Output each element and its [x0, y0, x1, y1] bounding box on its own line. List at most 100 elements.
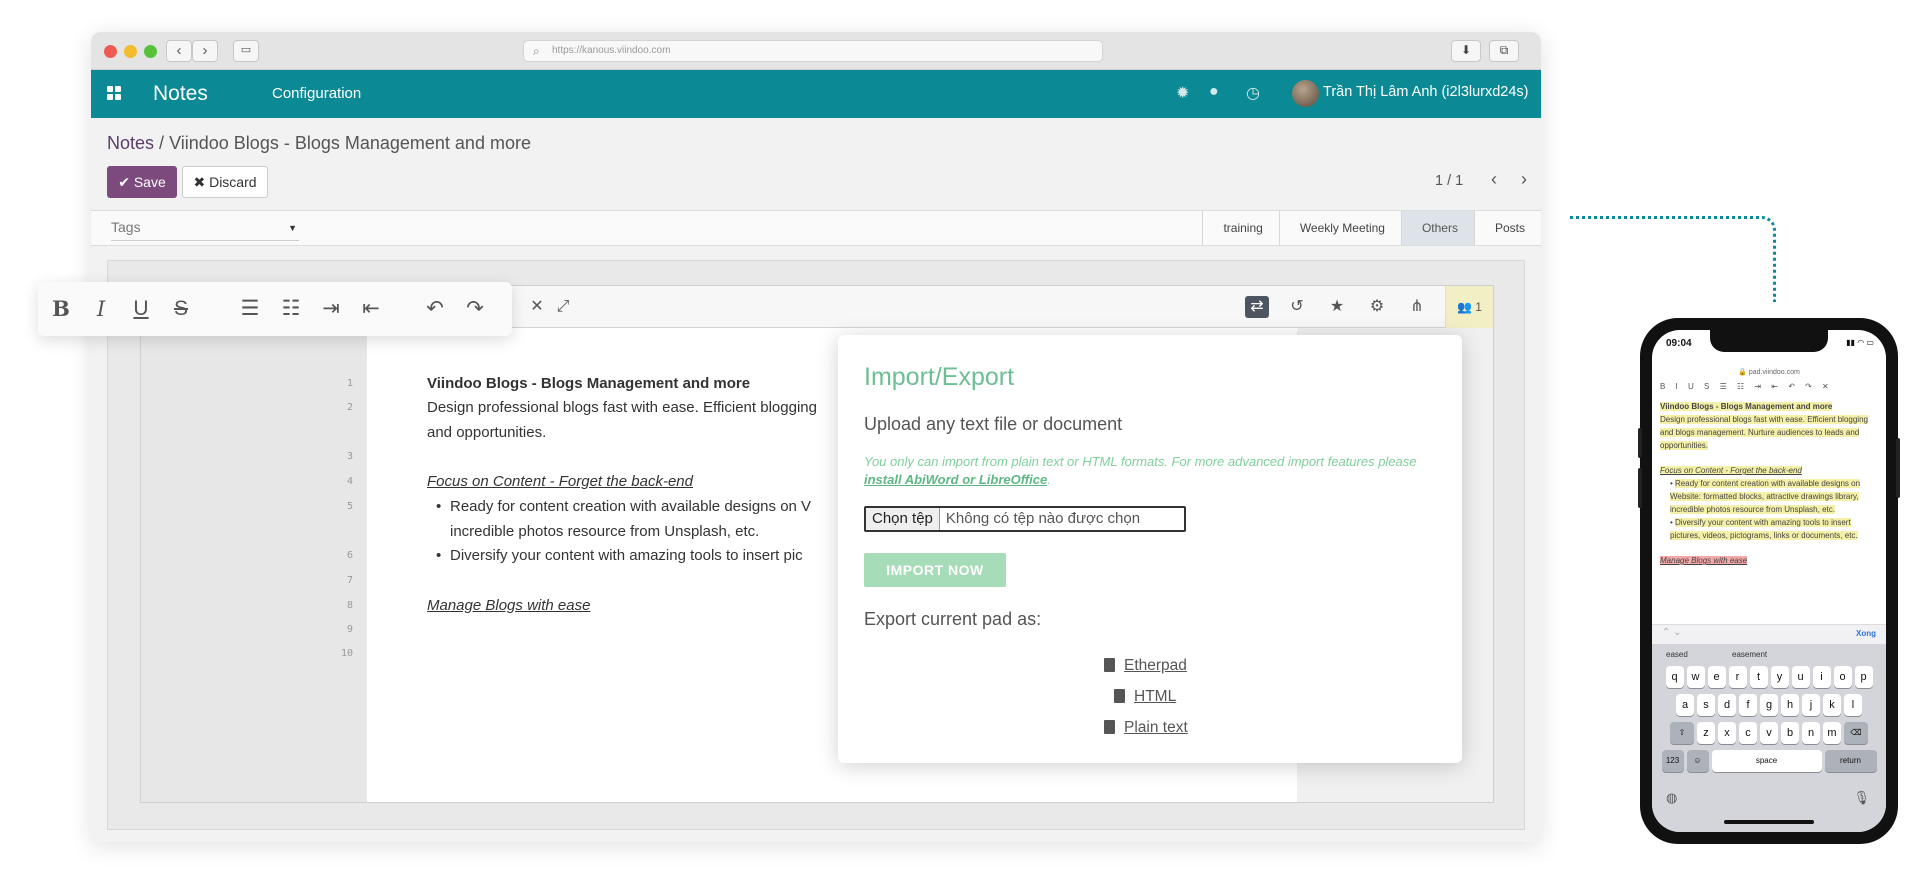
- star-icon[interactable]: ★: [1325, 296, 1349, 318]
- discard-label: Discard: [209, 174, 257, 190]
- fullscreen-icon[interactable]: ⤢: [551, 296, 575, 318]
- italic-icon[interactable]: I: [88, 296, 114, 322]
- install-abiword-link[interactable]: install AbiWord or LibreOffice: [864, 472, 1047, 487]
- key[interactable]: c: [1739, 722, 1757, 744]
- choose-file-button[interactable]: Chọn tệp: [866, 508, 940, 530]
- underline-icon[interactable]: U: [128, 296, 154, 322]
- suggestion[interactable]: eased: [1666, 650, 1688, 659]
- backspace-key-icon[interactable]: ⌫: [1844, 722, 1868, 744]
- phone-url: 🔒 pad.viindoo.com: [1652, 368, 1886, 376]
- key[interactable]: i: [1812, 666, 1831, 688]
- apps-menu-icon[interactable]: [107, 86, 121, 100]
- key[interactable]: x: [1718, 722, 1736, 744]
- chat-icon[interactable]: ●: [1209, 83, 1219, 101]
- tags-field[interactable]: Tags ▼: [111, 219, 299, 241]
- key[interactable]: k: [1823, 694, 1841, 716]
- sidebar-toggle-icon[interactable]: ▭: [233, 40, 259, 62]
- undo-icon[interactable]: ↶: [422, 296, 448, 322]
- history-icon[interactable]: ↺: [1285, 296, 1309, 318]
- key[interactable]: d: [1718, 694, 1736, 716]
- dialog-title: Import/Export: [864, 363, 1015, 391]
- redo-icon[interactable]: ↷: [462, 296, 488, 322]
- key[interactable]: s: [1697, 694, 1715, 716]
- space-key[interactable]: space: [1711, 750, 1822, 772]
- key[interactable]: j: [1802, 694, 1820, 716]
- key[interactable]: b: [1781, 722, 1799, 744]
- key[interactable]: n: [1802, 722, 1820, 744]
- dropdown-caret-icon: ▼: [288, 223, 297, 233]
- menu-configuration[interactable]: Configuration: [272, 85, 361, 102]
- key[interactable]: o: [1833, 666, 1852, 688]
- globe-icon[interactable]: ◍: [1666, 790, 1677, 806]
- suggestion[interactable]: easement: [1732, 650, 1767, 659]
- key[interactable]: a: [1676, 694, 1694, 716]
- strikethrough-icon[interactable]: S: [168, 296, 194, 322]
- key[interactable]: t: [1749, 666, 1768, 688]
- import-export-icon[interactable]: ⇄: [1245, 296, 1269, 318]
- forward-button[interactable]: ›: [192, 40, 218, 62]
- import-note-end: .: [1047, 472, 1051, 487]
- clock-icon[interactable]: ◷: [1246, 83, 1260, 103]
- key[interactable]: h: [1781, 694, 1799, 716]
- ordered-list-icon[interactable]: ☰: [237, 296, 263, 322]
- key[interactable]: w: [1686, 666, 1705, 688]
- microphone-icon[interactable]: 🎙: [1853, 790, 1870, 806]
- shift-key-icon[interactable]: ⇧: [1670, 722, 1694, 744]
- key[interactable]: m: [1823, 722, 1841, 744]
- settings-gear-icon[interactable]: ⚙: [1365, 296, 1389, 318]
- key[interactable]: p: [1854, 666, 1873, 688]
- unordered-list-icon[interactable]: ☷: [278, 296, 304, 322]
- export-html-link[interactable]: HTML: [1114, 688, 1176, 706]
- export-etherpad-link[interactable]: Etherpad: [1104, 657, 1187, 675]
- save-button[interactable]: ✔ Save: [107, 166, 177, 198]
- pager-prev-icon[interactable]: ‹: [1491, 169, 1497, 190]
- breadcrumb-notes-link[interactable]: Notes: [107, 133, 154, 153]
- file-input[interactable]: Chọn tệp Không có tệp nào được chọn: [864, 506, 1186, 532]
- stage-training[interactable]: training: [1202, 211, 1279, 245]
- bold-icon[interactable]: B: [48, 296, 74, 322]
- key[interactable]: q: [1665, 666, 1684, 688]
- key[interactable]: z: [1697, 722, 1715, 744]
- key[interactable]: l: [1844, 694, 1862, 716]
- key[interactable]: r: [1728, 666, 1747, 688]
- breadcrumb-current: Viindoo Blogs - Blogs Management and mor…: [169, 133, 531, 153]
- outdent-icon[interactable]: ⇤: [358, 296, 384, 322]
- key[interactable]: e: [1707, 666, 1726, 688]
- emoji-key-icon[interactable]: ☺: [1686, 750, 1709, 772]
- stage-posts[interactable]: Posts: [1473, 211, 1541, 245]
- return-key[interactable]: return: [1824, 750, 1877, 772]
- stage-others[interactable]: Others: [1400, 211, 1474, 245]
- discard-button[interactable]: ✖ Discard: [182, 166, 268, 198]
- export-plain-text-link[interactable]: Plain text: [1104, 719, 1188, 737]
- done-button[interactable]: Xong: [1856, 629, 1876, 638]
- phone-document[interactable]: Viindoo Blogs - Blogs Management and mor…: [1660, 400, 1878, 567]
- field-nav-arrows-icon[interactable]: ⌃ ⌄: [1662, 627, 1682, 638]
- users-button[interactable]: 👥 1: [1445, 286, 1493, 328]
- download-icon[interactable]: ⬇: [1451, 40, 1481, 62]
- bug-icon[interactable]: ✹: [1176, 83, 1189, 103]
- key[interactable]: g: [1760, 694, 1778, 716]
- numbers-key[interactable]: 123: [1661, 750, 1684, 772]
- import-export-dialog: Import/Export Upload any text file or do…: [838, 335, 1462, 763]
- close-window-button[interactable]: [104, 45, 117, 58]
- key[interactable]: y: [1770, 666, 1789, 688]
- minimize-window-button[interactable]: [124, 45, 137, 58]
- import-now-button[interactable]: IMPORT NOW: [864, 553, 1006, 587]
- back-button[interactable]: ‹: [166, 40, 192, 62]
- clear-format-icon[interactable]: ✕: [525, 296, 549, 318]
- import-note: You only can import from plain text or H…: [864, 453, 1444, 489]
- key[interactable]: u: [1791, 666, 1810, 688]
- tabs-icon[interactable]: ⧉: [1489, 40, 1519, 62]
- pager-next-icon[interactable]: ›: [1521, 169, 1527, 190]
- indent-icon[interactable]: ⇥: [318, 296, 344, 322]
- key[interactable]: v: [1760, 722, 1778, 744]
- user-menu[interactable]: Trần Thị Lâm Anh (i2l3lurxd24s): [1323, 84, 1529, 100]
- share-icon[interactable]: ⋔: [1405, 296, 1429, 318]
- phone-format-toolbar[interactable]: B I U S ☰ ☷ ⇥ ⇤ ↶ ↷ ✕: [1660, 382, 1878, 396]
- avatar[interactable]: [1292, 80, 1319, 107]
- key[interactable]: f: [1739, 694, 1757, 716]
- app-name[interactable]: Notes: [153, 82, 208, 106]
- maximize-window-button[interactable]: [144, 45, 157, 58]
- url-bar[interactable]: ⌕ https://kanous.viindoo.com: [523, 40, 1103, 62]
- stage-weekly-meeting[interactable]: Weekly Meeting: [1278, 211, 1401, 245]
